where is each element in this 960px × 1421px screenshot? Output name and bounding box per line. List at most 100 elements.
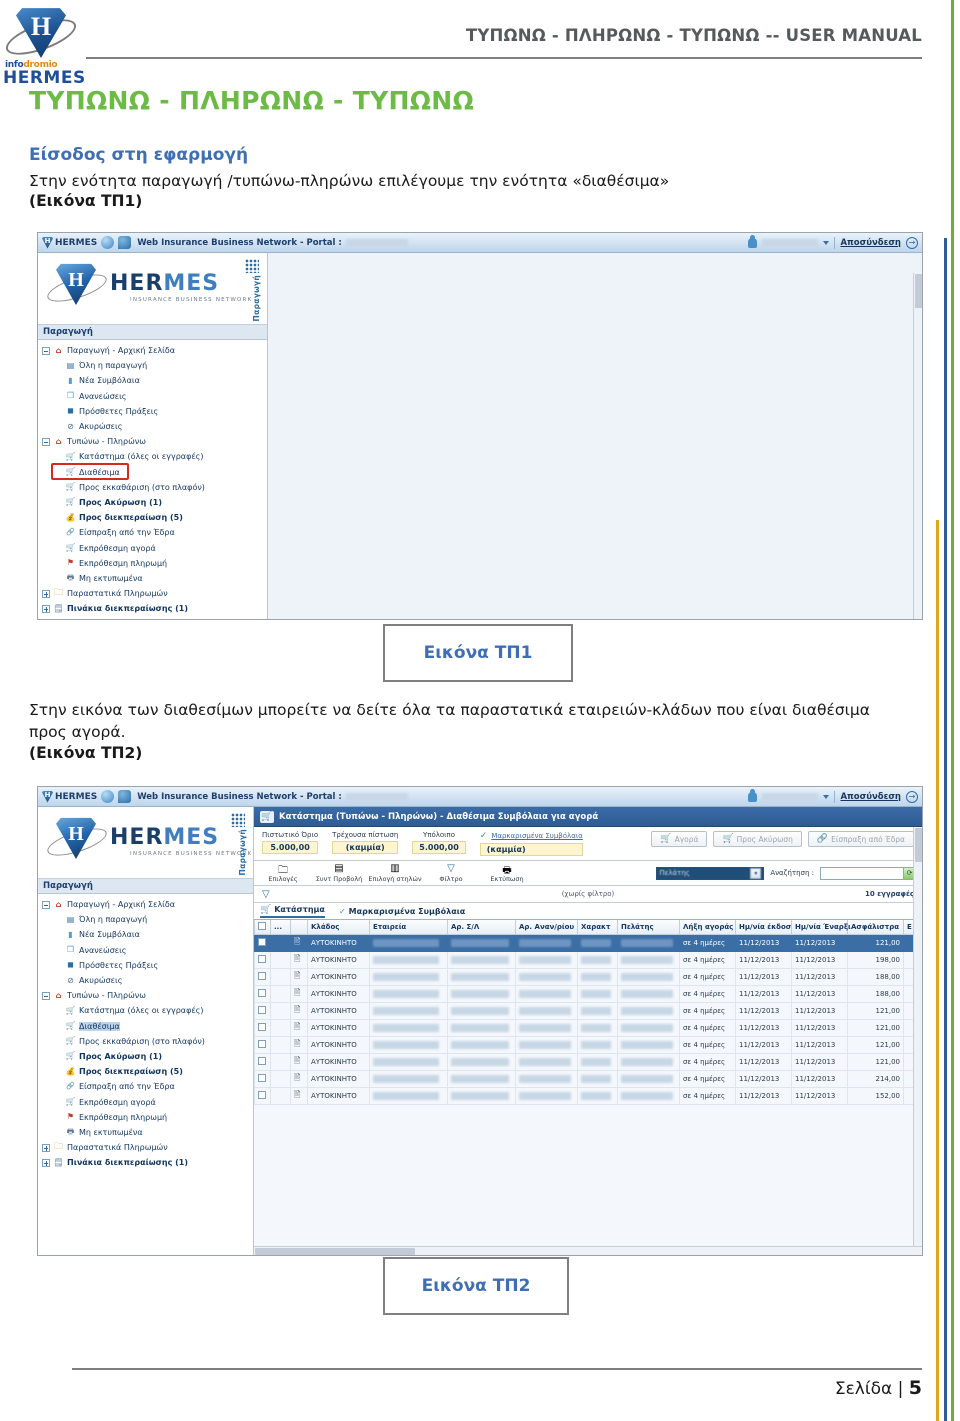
expand-icon[interactable] <box>42 1158 50 1167</box>
logout-link[interactable]: Αποσύνδεση <box>840 238 901 248</box>
toolbar-column-select[interactable]: ▥ Επιλογή στηλών <box>368 863 421 883</box>
sidebar-item-2[interactable]: Νέα Συμβόλαια <box>40 927 253 942</box>
sidebar-item-13[interactable]: Εκπρόθεσμη αγορά <box>40 540 267 555</box>
row-checkbox-cell[interactable] <box>254 1053 271 1071</box>
th-ar-sl[interactable]: Αρ. Σ/Λ <box>447 920 516 935</box>
scrollbar-thumb[interactable] <box>915 274 922 308</box>
sidebar-item-9[interactable]: Προς εκκαθάριση (στο πλαφόν) <box>40 480 267 495</box>
sidebar-item-12[interactable]: Είσπραξη από την Έδρα <box>40 1079 253 1094</box>
row-checkbox-cell[interactable] <box>254 1019 271 1037</box>
table-row[interactable]: 🖹 ΑΥΤΟΚΙΝΗΤΟ σε 4 ημέρες 11/12/2013 11/12/20… <box>254 1019 922 1037</box>
row-checkbox-cell[interactable] <box>254 934 271 952</box>
row-checkbox-cell[interactable] <box>254 1070 271 1088</box>
row-checkbox-cell[interactable] <box>254 985 271 1003</box>
row-checkbox-cell[interactable] <box>254 1087 271 1105</box>
table-row[interactable]: 🖹 ΑΥΤΟΚΙΝΗΤΟ σε 4 ημέρες 11/12/2013 11/12/20… <box>254 951 922 969</box>
th-asfalistra[interactable]: Ασφάλιστρα <box>847 920 904 935</box>
globe-icon[interactable] <box>101 790 115 803</box>
sidebar-item-1[interactable]: Όλη η παραγωγή <box>40 358 267 373</box>
row-checkbox[interactable] <box>258 955 266 963</box>
th-ar-ananeotiriou[interactable]: Αρ. Αναν/ρίου <box>515 920 578 935</box>
chevron-down-icon[interactable]: ▾ <box>750 867 762 879</box>
row-checkbox-cell[interactable] <box>254 968 271 986</box>
row-checkbox[interactable] <box>258 1091 266 1099</box>
expand-icon[interactable] <box>42 589 50 598</box>
sidebar-item-4[interactable]: Πρόσθετες Πράξεις <box>40 404 267 419</box>
th-klados[interactable]: Κλάδος <box>307 920 370 935</box>
row-checkbox[interactable] <box>258 989 266 997</box>
sidebar-item-10[interactable]: Προς Ακύρωση (1) <box>40 495 267 510</box>
chevron-down-icon[interactable] <box>823 240 830 245</box>
sidebar-item-7[interactable]: Κατάστημα (όλες οι εγγραφές) <box>40 1003 253 1018</box>
logout-link[interactable]: Αποσύνδεση <box>840 792 901 802</box>
sidebar-item-11[interactable]: Προς διεκπεραίωση (5) <box>40 510 267 525</box>
table-row[interactable]: 🖹 ΑΥΤΟΚΙΝΗΤΟ σε 4 ημέρες 11/12/2013 11/12/20… <box>254 985 922 1003</box>
table-row[interactable]: 🖹 ΑΥΤΟΚΙΝΗΤΟ σε 4 ημέρες 11/12/2013 11/12/20… <box>254 1002 922 1020</box>
sidebar-item-5[interactable]: Ακυρώσεις <box>40 419 267 434</box>
chevron-down-icon[interactable] <box>823 794 830 799</box>
th-charakt[interactable]: Χαρακτ <box>577 920 618 935</box>
scrollbar-thumb[interactable] <box>915 828 922 862</box>
row-checkbox[interactable] <box>258 1006 266 1014</box>
collect-from-hq-button[interactable]: 🔗 Είσπραξη από Έδρα <box>807 831 914 847</box>
horizontal-scrollbar[interactable] <box>254 1246 922 1255</box>
table-row[interactable]: 🖹 ΑΥΤΟΚΙΝΗΤΟ σε 4 ημέρες 11/12/2013 11/12/20… <box>254 1036 922 1054</box>
sidebar-item-0[interactable]: Παραγωγή - Αρχική Σελίδα <box>40 343 267 358</box>
vertical-scrollbar[interactable] <box>913 827 922 1255</box>
sidebar-item-5[interactable]: Ακυρώσεις <box>40 973 253 988</box>
sidebar-item-4[interactable]: Πρόσθετες Πράξεις <box>40 958 253 973</box>
scrollbar-thumb[interactable] <box>255 1248 415 1255</box>
row-checkbox[interactable] <box>258 938 266 946</box>
table-row[interactable]: 🖹 ΑΥΤΟΚΙΝΗΤΟ σε 4 ημέρες 11/12/2013 11/12/20… <box>254 1053 922 1071</box>
sidebar-item-1[interactable]: Όλη η παραγωγή <box>40 912 253 927</box>
app-grid-icon[interactable] <box>231 813 245 827</box>
sidebar-item-13[interactable]: Εκπρόθεσμη αγορά <box>40 1094 253 1109</box>
sidebar-item-6[interactable]: Τυπώνω - Πληρώνω <box>40 434 267 449</box>
sidebar-item-9[interactable]: Προς εκκαθάριση (στο πλαφόν) <box>40 1034 253 1049</box>
toolbar-filter[interactable]: ▽ Φίλτρο <box>428 863 474 883</box>
sidebar-item-17[interactable]: Πινάκια διεκπεραίωσης (1) <box>40 601 267 616</box>
buy-button[interactable]: 🛒 Αγορά <box>651 831 708 847</box>
chat-icon[interactable] <box>118 790 132 803</box>
sidebar-item-2[interactable]: Νέα Συμβόλαια <box>40 373 267 388</box>
expand-icon[interactable] <box>42 604 50 613</box>
th-lixi-agoras[interactable]: Λήξη αγοράς <box>679 920 736 935</box>
table-row[interactable]: 🖹 ΑΥΤΟΚΙΝΗΤΟ σε 4 ημέρες 11/12/2013 11/12/20… <box>254 1070 922 1088</box>
sidebar-item-15[interactable]: Μη εκτυπωμένα <box>40 1125 253 1140</box>
row-checkbox-cell[interactable] <box>254 951 271 969</box>
row-checkbox[interactable] <box>258 1040 266 1048</box>
sidebar-item-0[interactable]: Παραγωγή - Αρχική Σελίδα <box>40 897 253 912</box>
toolbar-print[interactable]: 🖶 Εκτύπωση <box>484 863 530 883</box>
logout-icon[interactable] <box>906 790 918 803</box>
th-etaireia[interactable]: Εταιρεία <box>369 920 448 935</box>
toolbar-options[interactable]: 🗀 Επιλογές <box>260 863 306 883</box>
th-ellipsis[interactable]: ... <box>270 920 291 935</box>
th-imnia-ekdosis[interactable]: Ημ/νία έκδοσ <box>735 920 792 935</box>
row-checkbox[interactable] <box>258 1057 266 1065</box>
sidebar-item-14[interactable]: Εκπρόθεσμη πληρωμή <box>40 1110 253 1125</box>
search-input[interactable]: ⟳ <box>820 866 916 880</box>
toolbar-compact-view[interactable]: ▤ Συντ Προβολή <box>316 863 363 883</box>
marked-contracts-link[interactable]: Μαρκαρισμένα Συμβόλαια <box>491 832 583 840</box>
table-row[interactable]: 🖹 ΑΥΤΟΚΙΝΗΤΟ σε 4 ημέρες 11/12/2013 11/12/20… <box>254 968 922 986</box>
sidebar-item-15[interactable]: Μη εκτυπωμένα <box>40 571 267 586</box>
sidebar-item-3[interactable]: Ανανεώσεις <box>40 943 253 958</box>
collapse-icon[interactable] <box>42 991 50 1000</box>
sidebar-item-10[interactable]: Προς Ακύρωση (1) <box>40 1049 253 1064</box>
app-grid-icon[interactable] <box>245 259 259 273</box>
table-row[interactable]: 🖹 ΑΥΤΟΚΙΝΗΤΟ σε 4 ημέρες 11/12/2013 11/12/20… <box>254 934 922 952</box>
row-checkbox[interactable] <box>258 972 266 980</box>
select-all-checkbox[interactable] <box>258 922 266 930</box>
row-checkbox[interactable] <box>258 1023 266 1031</box>
sidebar-item-11[interactable]: Προς διεκπεραίωση (5) <box>40 1064 253 1079</box>
th-select-all[interactable] <box>254 920 271 935</box>
expand-icon[interactable] <box>42 1143 50 1152</box>
th-imnia-enarxis[interactable]: Ημ/νία Έναρξι <box>791 920 851 935</box>
sidebar-item-12[interactable]: Είσπραξη από την Έδρα <box>40 525 267 540</box>
th-pelatis[interactable]: Πελάτης <box>617 920 680 935</box>
tab-katastima[interactable]: 🛒 Κατάστημα <box>260 905 325 918</box>
sidebar-item-8[interactable]: Διαθέσιμα <box>40 1019 253 1034</box>
table-row[interactable]: 🖹 ΑΥΤΟΚΙΝΗΤΟ σε 4 ημέρες 11/12/2013 11/12/20… <box>254 1087 922 1105</box>
sidebar-item-14[interactable]: Εκπρόθεσμη πληρωμή <box>40 556 267 571</box>
collapse-icon[interactable] <box>42 437 50 446</box>
